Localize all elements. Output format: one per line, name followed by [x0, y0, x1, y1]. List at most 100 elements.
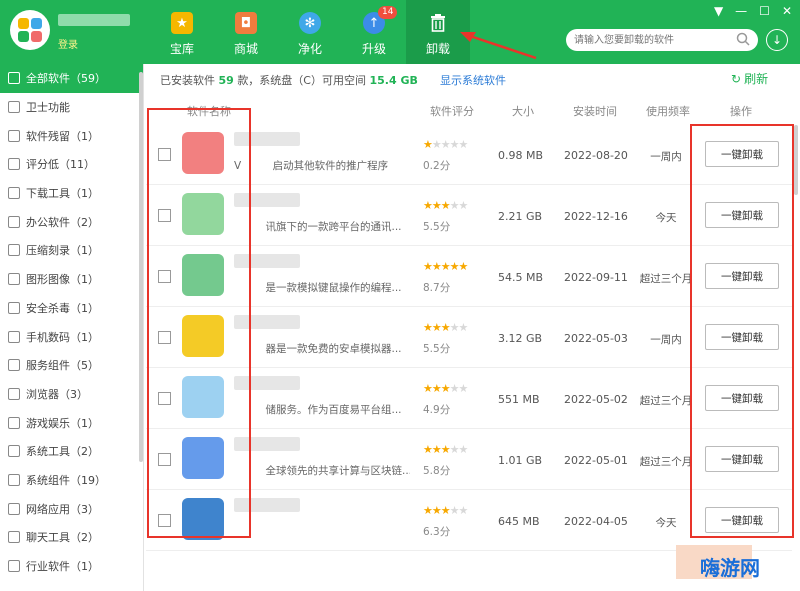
rating-stars: ★★★★★	[423, 260, 468, 273]
sidebar-item-label: 游戏娱乐（1）	[26, 416, 99, 430]
use-frequency: 超过三个月	[639, 273, 693, 285]
sidebar-item[interactable]: 行业软件（1）	[0, 552, 143, 581]
login-link[interactable]: 登录	[58, 36, 78, 51]
search-icon[interactable]	[736, 32, 750, 46]
table-scrollbar[interactable]	[794, 125, 798, 195]
download-icon[interactable]: ↓	[766, 29, 788, 51]
install-date: 2022-05-01	[564, 454, 628, 467]
nav-upgrade[interactable]: ↑ 14 升级	[342, 0, 406, 64]
title-bar: 登录 ★ 宝库 ◘ 商城 ✻ 净化 ↑ 14 升级 卸载 ▼ — ☐ ✕ 请输入…	[0, 0, 800, 64]
sidebar-item[interactable]: 网络应用（3）	[0, 494, 143, 523]
sidebar-item[interactable]: 压缩刻录（1）	[0, 236, 143, 265]
sidebar-item[interactable]: 安全杀毒（1）	[0, 294, 143, 323]
category-icon	[8, 531, 20, 544]
sidebar-item[interactable]: 游戏娱乐（1）	[0, 408, 143, 437]
minimize-icon[interactable]: —	[735, 4, 747, 18]
sidebar-item-label: 浏览器（3）	[26, 387, 88, 401]
refresh-label: 刷新	[744, 72, 769, 86]
header-rating: 软件评分	[430, 105, 474, 118]
category-icon	[8, 301, 20, 314]
nav-store[interactable]: ◘ 商城	[214, 0, 278, 64]
nav-label: 宝库	[169, 42, 194, 56]
app-size: 645 MB	[498, 515, 540, 528]
maximize-icon[interactable]: ☐	[759, 4, 770, 18]
rating-score: 5.8分	[423, 465, 451, 477]
category-sidebar: 全部软件（59） 卫士功能软件残留（1） 评分低（11） 下载工具（1） 办公软件（2）…	[0, 64, 144, 591]
nav-label: 商城	[233, 42, 258, 56]
app-description: 全球领先的共享计算与区块链...	[234, 465, 410, 477]
free-space: 15.4 GB	[369, 74, 418, 87]
show-system-software-link[interactable]: 显示系统软件	[440, 72, 506, 88]
sidebar-item[interactable]: 下载工具（1）	[0, 179, 143, 208]
rating-stars: ★★★★★	[423, 382, 468, 395]
sidebar-item-label: 图形图像（1）	[26, 273, 99, 287]
rating-stars: ★★★★★	[423, 199, 468, 212]
nav-label: 升级	[361, 42, 386, 56]
main-nav: ★ 宝库 ◘ 商城 ✻ 净化 ↑ 14 升级 卸载	[150, 0, 470, 64]
header-frequency: 使用频率	[646, 105, 690, 118]
sidebar-item-label: 网络应用（3）	[26, 502, 99, 516]
category-icon	[8, 502, 20, 515]
use-frequency: 超过三个月	[639, 395, 693, 407]
window-controls: ▼ — ☐ ✕	[714, 4, 792, 18]
app-size: 551 MB	[498, 393, 540, 406]
nav-treasure[interactable]: ★ 宝库	[150, 0, 214, 64]
sidebar-item-label: 压缩刻录（1）	[26, 244, 99, 258]
sidebar-item[interactable]: 评分低（11）	[0, 150, 143, 179]
sidebar-item[interactable]: 浏览器（3）	[0, 380, 143, 409]
category-icon	[8, 215, 20, 228]
sidebar-item[interactable]: 系统工具（2）	[0, 437, 143, 466]
app-description	[234, 524, 410, 539]
search-input[interactable]	[566, 29, 758, 51]
category-icon	[8, 273, 20, 286]
install-date: 2022-12-16	[564, 210, 628, 223]
sidebar-item-label: 行业软件（1）	[26, 560, 99, 574]
rating-score: 5.5分	[423, 343, 451, 355]
sidebar-item[interactable]: 聊天工具（2）	[0, 523, 143, 552]
sidebar-item[interactable]: 图形图像（1）	[0, 265, 143, 294]
sidebar-item[interactable]: 服务组件（5）	[0, 351, 143, 380]
sidebar-item[interactable]: 软件残留（1）	[0, 121, 143, 150]
sidebar-item-label: 安全杀毒（1）	[26, 301, 99, 315]
sidebar-item[interactable]: 手机数码（1）	[0, 322, 143, 351]
rating-stars: ★★★★★	[423, 138, 468, 151]
sidebar-item[interactable]: 系统组件（19）	[0, 466, 143, 495]
use-frequency: 今天	[655, 517, 677, 529]
install-date: 2022-09-11	[564, 271, 628, 284]
sidebar-item[interactable]: 卫士功能	[0, 93, 143, 122]
sidebar-scrollbar[interactable]	[139, 72, 143, 462]
sidebar-item-label: 全部软件（59）	[26, 72, 106, 86]
refresh-button[interactable]: ↻ 刷新	[731, 70, 768, 87]
sidebar-item-label: 服务组件（5）	[26, 359, 99, 373]
category-icon	[8, 101, 20, 114]
install-date: 2022-05-03	[564, 332, 628, 345]
app-description: 储服务。作为百度易平台组...	[234, 404, 402, 416]
rating-stars: ★★★★★	[423, 504, 468, 517]
nav-label: 卸载	[425, 42, 450, 56]
nav-clean[interactable]: ✻ 净化	[278, 0, 342, 64]
sidebar-item[interactable]: 全部软件（59）	[0, 64, 143, 93]
upgrade-count-badge: 14	[378, 6, 398, 19]
use-frequency: 今天	[655, 212, 677, 224]
app-size: 1.01 GB	[498, 454, 543, 467]
sidebar-item-label: 办公软件（2）	[26, 215, 99, 229]
sidebar-item-label: 聊天工具（2）	[26, 531, 99, 545]
category-icon	[8, 416, 20, 429]
app-size: 54.5 MB	[498, 271, 544, 284]
refresh-icon: ↻	[731, 71, 742, 86]
close-icon[interactable]: ✕	[782, 4, 792, 18]
sidebar-item-label: 卫士功能	[26, 101, 70, 115]
trash-icon	[427, 12, 449, 34]
sidebar-item-label: 系统工具（2）	[26, 445, 99, 459]
header-install-time: 安装时间	[573, 105, 617, 118]
rating-score: 4.9分	[423, 404, 451, 416]
sidebar-item-label: 软件残留（1）	[26, 129, 99, 143]
category-icon	[8, 244, 20, 257]
app-description: 是一款模拟键鼠操作的编程...	[234, 282, 402, 294]
sidebar-item[interactable]: 办公软件（2）	[0, 207, 143, 236]
category-icon	[8, 387, 20, 400]
rating-score: 8.7分	[423, 282, 451, 294]
nav-label: 净化	[297, 42, 322, 56]
menu-dropdown-icon[interactable]: ▼	[714, 4, 723, 18]
category-icon	[8, 158, 20, 171]
